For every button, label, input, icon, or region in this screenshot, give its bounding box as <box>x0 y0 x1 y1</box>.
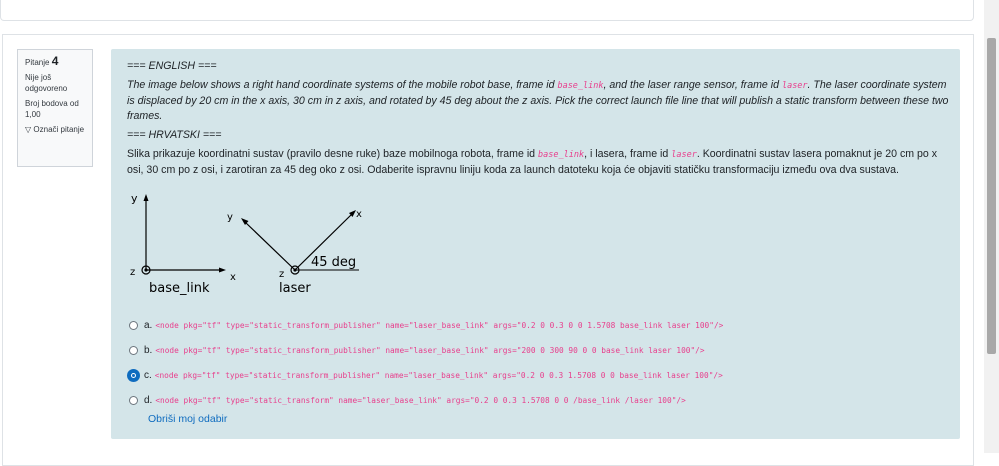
en-text-1: The image below shows a right hand coord… <box>127 79 558 91</box>
hr-header: === HRVATSKI === <box>127 129 222 141</box>
answer-letter: d. <box>144 395 153 406</box>
answer-letter: b. <box>144 345 153 356</box>
previous-question-card <box>0 0 974 21</box>
hr-text-1: Slika prikazuje koordinatni sustav (prav… <box>127 148 539 160</box>
en-header: === ENGLISH === <box>127 60 217 72</box>
clear-choice-link[interactable]: Obriši moj odabir <box>148 413 227 425</box>
question-number-value: 4 <box>51 54 59 68</box>
base-z-label: z <box>130 267 135 278</box>
scrollbar-thumb[interactable] <box>987 38 996 354</box>
answer-letter: c. <box>144 370 152 381</box>
laser-z-label: z <box>279 269 284 280</box>
answer-code: <node pkg="tf" type="static_transform_pu… <box>155 321 724 330</box>
hr-frame-base: base_link <box>538 150 585 160</box>
question-label: Pitanje <box>25 58 50 67</box>
en-frame-base: base_link <box>557 81 604 91</box>
question-status: Nije još odgovoreno <box>25 73 68 93</box>
answer-options: a. <node pkg="tf" type="static_transform_… <box>129 313 949 413</box>
answer-code: <node pkg="tf" type="static_transform_pu… <box>154 371 723 380</box>
laser-y-axis <box>244 221 296 271</box>
en-paragraph: The image below shows a right hand coord… <box>127 78 952 124</box>
angle-label: 45 deg <box>311 255 356 270</box>
answer-option-0[interactable]: a. <node pkg="tf" type="static_transform_… <box>129 313 949 338</box>
radio-selected[interactable] <box>129 371 138 380</box>
laser-y-label: y <box>227 212 233 223</box>
base-z-dot <box>144 268 148 272</box>
question-content: === ENGLISH === The image below shows a … <box>111 49 960 439</box>
laser-caption: laser <box>279 281 311 296</box>
question-info: Pitanje 4 Nije još odgovoreno Broj bodov… <box>17 49 93 167</box>
laser-z-dot <box>293 268 297 272</box>
answer-option-3[interactable]: d. <node pkg="tf" type="static_transform"… <box>129 388 949 413</box>
question-number: Pitanje 4 <box>25 54 85 68</box>
question-text: === ENGLISH === The image below shows a … <box>127 59 952 182</box>
en-text-2: , and the laser range sensor, frame id <box>603 79 782 91</box>
radio-button[interactable] <box>129 346 138 355</box>
base-caption: base_link <box>149 281 210 296</box>
answer-letter: a. <box>144 320 153 331</box>
hr-frame-laser: laser <box>671 150 697 160</box>
base-y-arrow <box>143 194 149 201</box>
coordinate-frames-diagram: y x z base_link y x z 45 deg laser <box>130 192 362 296</box>
answer-option-1[interactable]: b. <node pkg="tf" type="static_transform_… <box>129 338 949 363</box>
flag-label: Označi pitanje <box>33 125 85 134</box>
question-card: Pitanje 4 Nije još odgovoreno Broj bodov… <box>2 34 974 466</box>
flag-question-link[interactable]: ▽ Označi pitanje <box>25 124 85 135</box>
answer-code: <node pkg="tf" type="static_transform" n… <box>155 396 686 405</box>
base-x-arrow <box>219 267 226 273</box>
laser-x-label: x <box>356 209 362 220</box>
hr-paragraph: Slika prikazuje koordinatni sustav (prav… <box>127 147 952 178</box>
answer-option-2[interactable]: c. <node pkg="tf" type="static_transform_… <box>129 363 949 388</box>
radio-button[interactable] <box>129 396 138 405</box>
answer-code: <node pkg="tf" type="static_transform_pu… <box>155 346 705 355</box>
base-x-label: x <box>230 272 236 283</box>
flag-icon: ▽ <box>25 125 32 134</box>
base-y-label: y <box>131 192 138 205</box>
radio-button[interactable] <box>129 321 138 330</box>
question-points: Broj bodova od 1,00 <box>25 99 79 119</box>
hr-text-2: , i lasera, frame id <box>584 148 672 160</box>
scrollbar[interactable] <box>984 0 999 453</box>
en-frame-laser: laser <box>781 81 808 91</box>
